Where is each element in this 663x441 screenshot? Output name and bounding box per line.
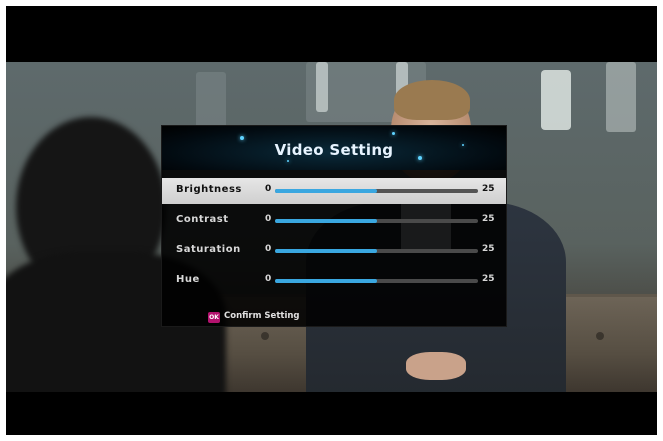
- slider-max-value: 25: [482, 184, 495, 194]
- slider-fill: [275, 189, 377, 193]
- ok-key-icon: OK: [208, 312, 220, 323]
- slider-max-value: 25: [482, 244, 495, 254]
- setting-slider[interactable]: [275, 219, 478, 223]
- setting-slider[interactable]: [275, 249, 478, 253]
- setting-label: Saturation: [176, 244, 241, 255]
- setting-slider[interactable]: [275, 189, 478, 193]
- setting-row-brightness[interactable]: Brightness 0 25: [162, 178, 506, 204]
- setting-row-saturation[interactable]: Saturation 0 25: [162, 238, 506, 264]
- tv-screen: Video Setting Brightness 0 25 Contrast 0 25 Sa…: [6, 6, 657, 435]
- slider-min-value: 0: [265, 274, 272, 284]
- confirm-setting-label: Confirm Setting: [224, 311, 300, 321]
- slider-min-value: 0: [265, 244, 272, 254]
- slider-max-value: 25: [482, 214, 495, 224]
- slider-max-value: 25: [482, 274, 495, 284]
- slider-min-value: 0: [265, 214, 272, 224]
- setting-slider[interactable]: [275, 279, 478, 283]
- slider-min-value: 0: [265, 184, 272, 194]
- menu-header: Video Setting: [162, 126, 506, 170]
- slider-fill: [275, 219, 377, 223]
- setting-label: Brightness: [176, 184, 242, 195]
- menu-title: Video Setting: [274, 141, 394, 159]
- setting-label: Hue: [176, 274, 200, 285]
- slider-fill: [275, 249, 377, 253]
- setting-label: Contrast: [176, 214, 229, 225]
- video-setting-menu: Video Setting Brightness 0 25 Contrast 0 25 Sa…: [161, 125, 507, 327]
- setting-row-hue[interactable]: Hue 0 25: [162, 268, 506, 294]
- setting-row-contrast[interactable]: Contrast 0 25: [162, 208, 506, 234]
- slider-fill: [275, 279, 377, 283]
